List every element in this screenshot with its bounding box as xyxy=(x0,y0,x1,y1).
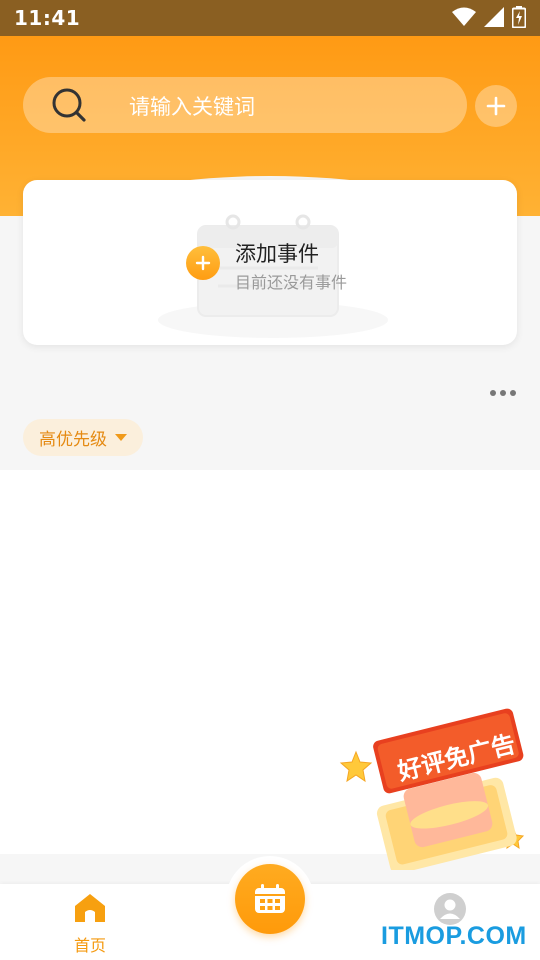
priority-filter-dropdown[interactable]: 高优先级 xyxy=(23,419,143,456)
promo-badge[interactable]: 好评免广告 xyxy=(338,700,538,874)
plus-icon xyxy=(486,96,506,116)
add-event-card[interactable]: 添加事件 目前还没有事件 xyxy=(23,180,517,345)
home-icon xyxy=(75,894,105,922)
search-placeholder: 请输入关键词 xyxy=(129,95,255,119)
tab-home[interactable]: 首页 xyxy=(66,892,114,956)
search-bar[interactable]: 请输入关键词 xyxy=(23,77,467,133)
status-time: 11:41 xyxy=(14,6,81,30)
more-dots-icon[interactable] xyxy=(490,390,516,396)
battery-icon xyxy=(512,6,526,28)
plus-circle-icon[interactable] xyxy=(186,246,220,280)
priority-filter-label: 高优先级 xyxy=(39,430,107,450)
add-event-subtitle: 目前还没有事件 xyxy=(235,273,348,292)
add-event-title: 添加事件 xyxy=(235,242,319,266)
add-button[interactable] xyxy=(475,85,517,127)
calendar-button[interactable] xyxy=(235,864,305,934)
status-bar: 11:41 xyxy=(0,0,540,36)
caret-down-icon xyxy=(115,434,127,441)
watermark: ITMOP.COM xyxy=(381,922,527,950)
status-icons xyxy=(452,6,526,28)
signal-icon xyxy=(484,7,504,27)
calendar-icon xyxy=(255,884,285,913)
user-icon xyxy=(434,893,466,925)
search-icon xyxy=(52,88,86,122)
wifi-icon xyxy=(452,7,476,26)
tab-home-label: 首页 xyxy=(73,936,106,955)
